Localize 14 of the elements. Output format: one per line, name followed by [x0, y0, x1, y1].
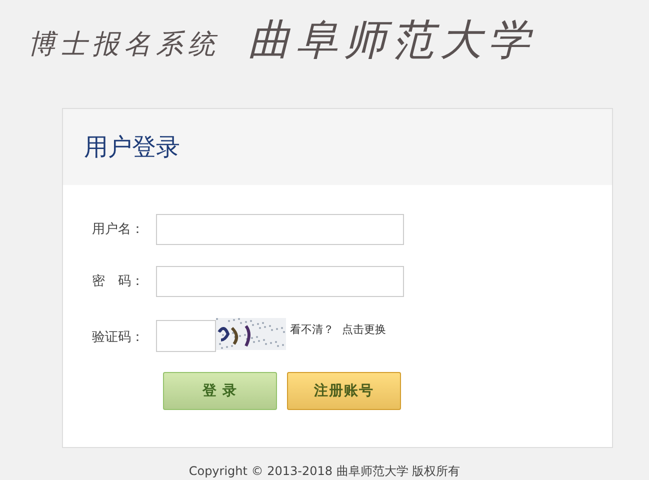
refresh-link[interactable]: 点击更换 [342, 322, 386, 337]
panel-title: 用户登录 [84, 132, 180, 163]
university-name: 曲阜师范大学 [248, 14, 536, 66]
input-field[interactable] [156, 214, 404, 245]
register-button[interactable]: 注册账号 [287, 372, 401, 410]
system-name: 博士报名系统 [28, 28, 220, 62]
copyright-text: Copyright © 2013-2018 曲阜师范大学 版权所有 [188, 464, 460, 478]
field-label: 用户名： [91, 221, 145, 238]
field-label: 密 码： [91, 273, 145, 290]
field-label: 验证码： [91, 328, 145, 346]
input-field[interactable] [156, 266, 404, 297]
captcha-field[interactable] [156, 320, 216, 352]
login-button[interactable]: 登 录 [163, 372, 277, 410]
hint-text: 看不清？ [290, 322, 334, 337]
